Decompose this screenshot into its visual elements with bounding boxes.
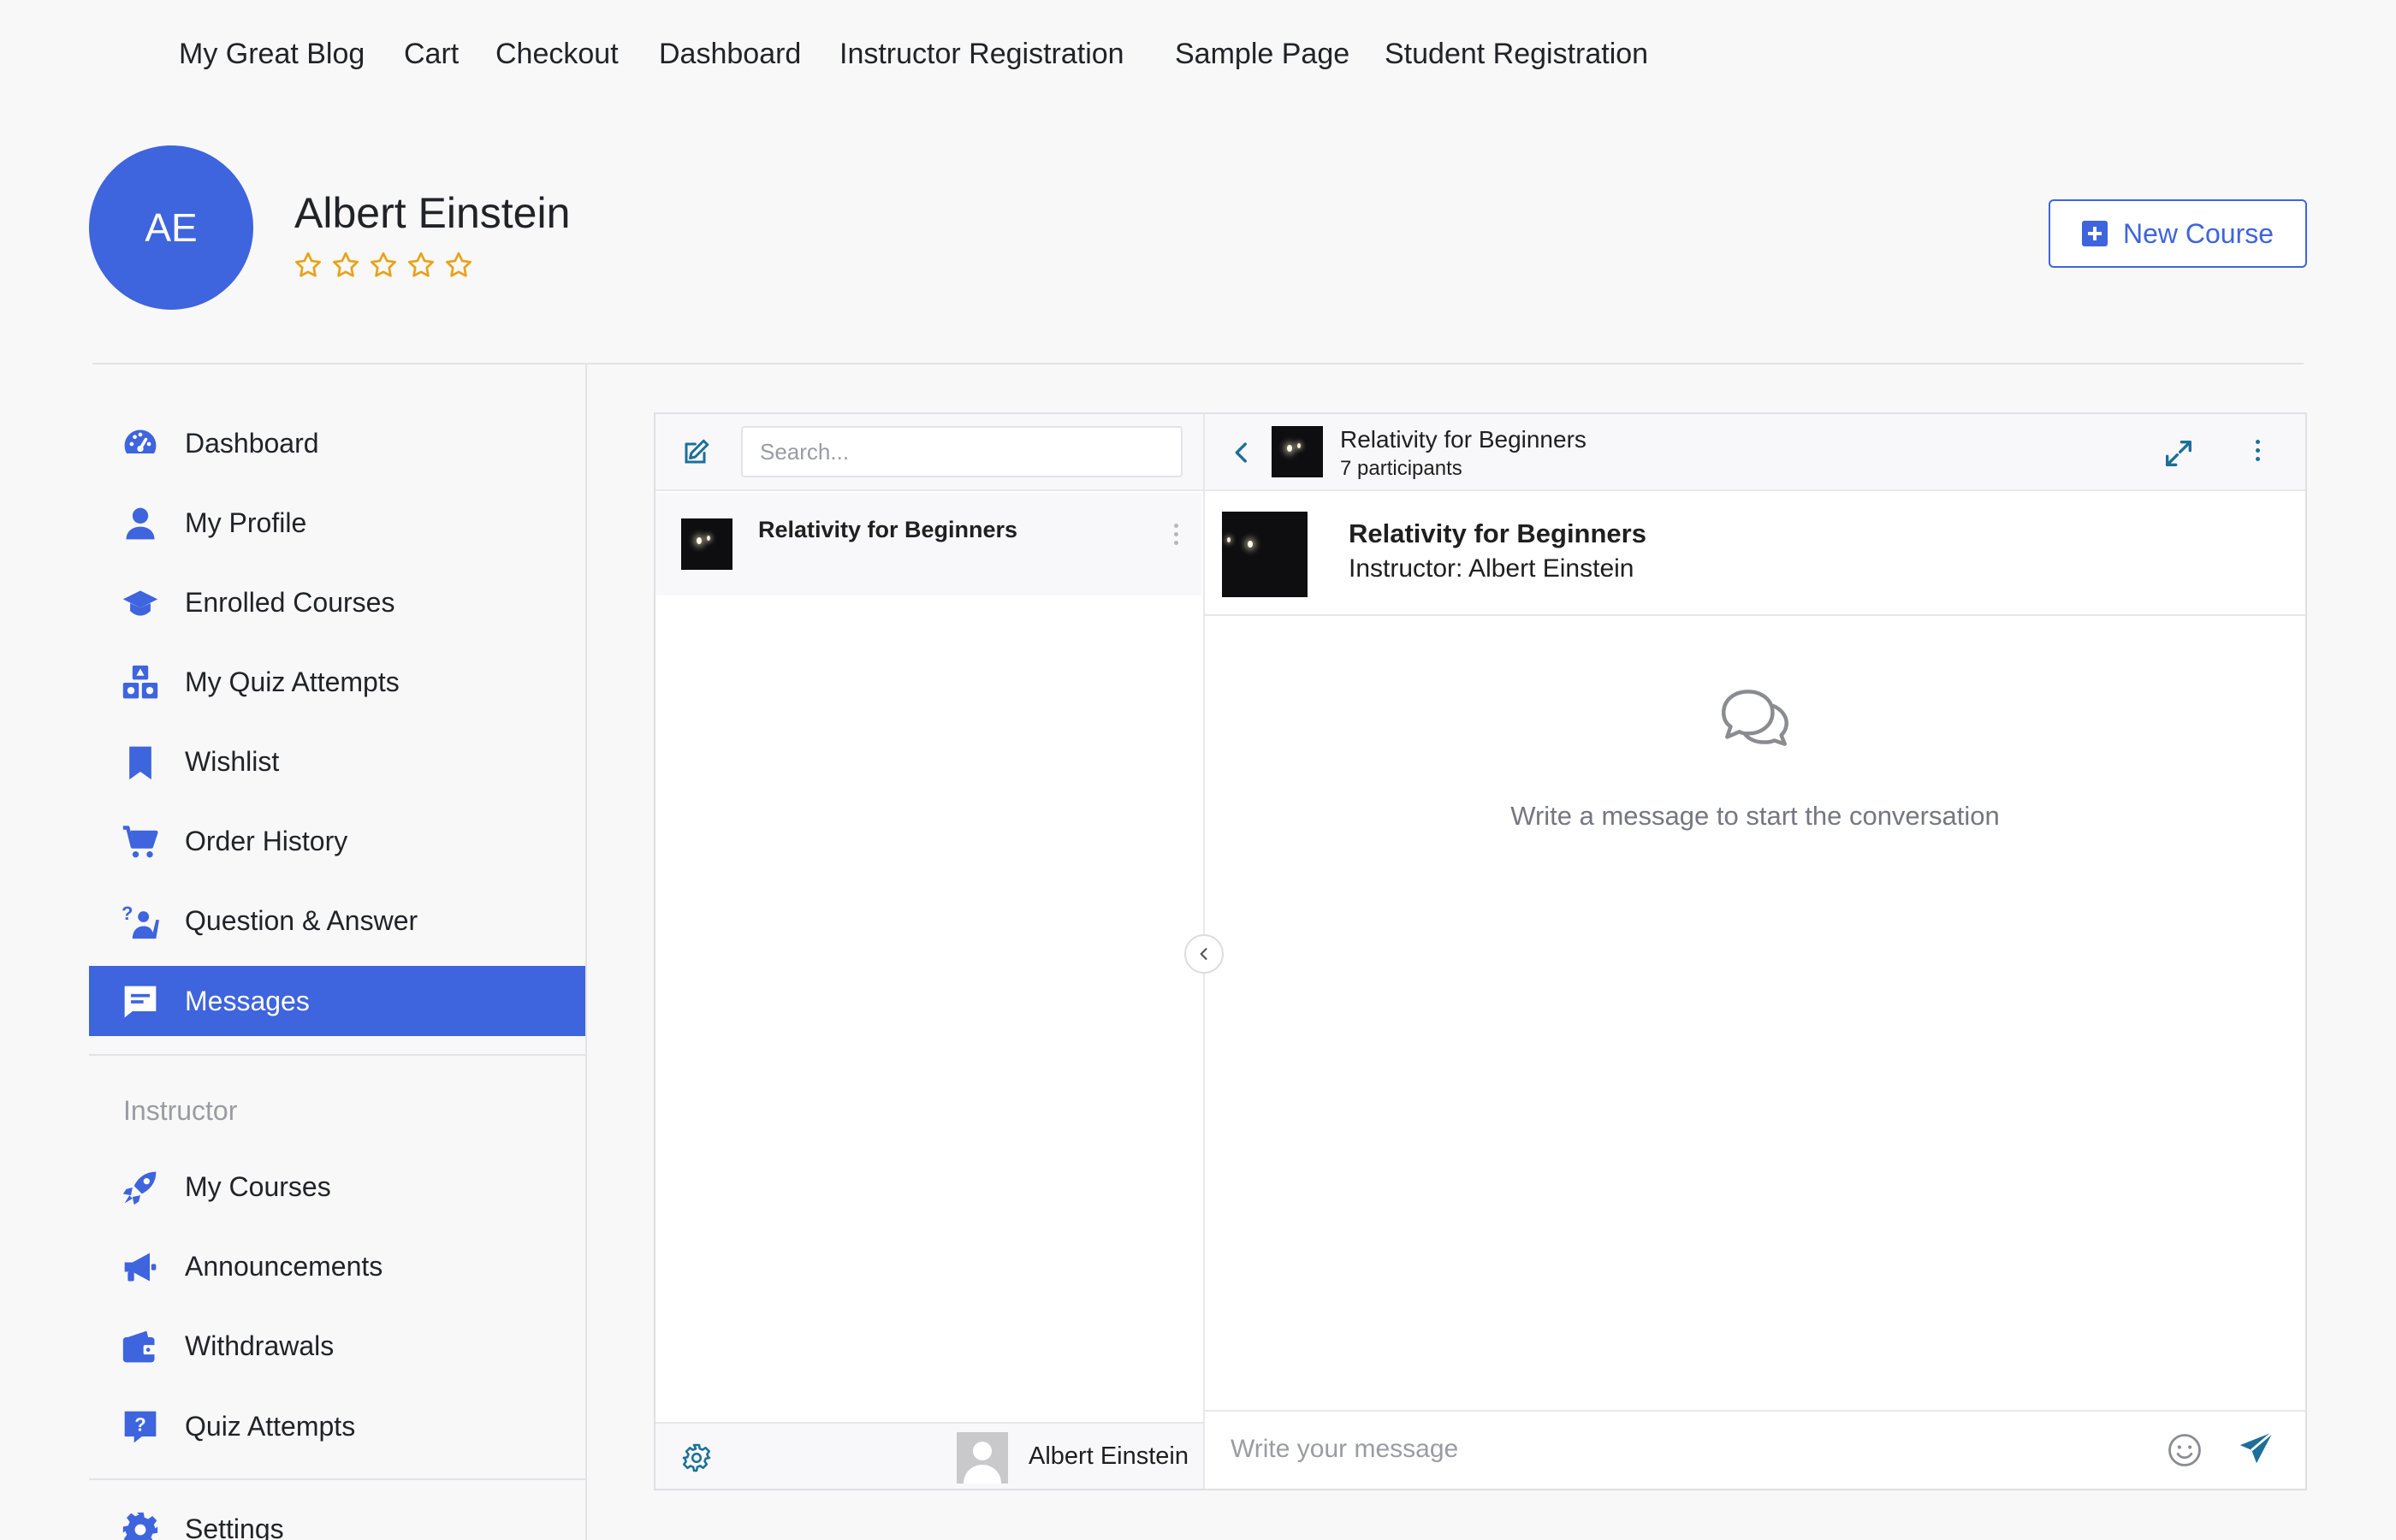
- sidebar-item-order-history[interactable]: Order History: [89, 806, 585, 876]
- nav-my-great-blog[interactable]: My Great Blog: [179, 38, 365, 71]
- question-box-icon: ?: [124, 1411, 157, 1443]
- avatar: AE: [89, 145, 253, 310]
- conversation-list-header: [655, 414, 1203, 491]
- sidebar-separator: [89, 1478, 585, 1480]
- send-icon[interactable]: [2237, 1429, 2276, 1468]
- bookmark-icon: [129, 746, 151, 780]
- course-card-instructor: Instructor: Albert Einstein: [1349, 554, 1634, 583]
- course-card-title: Relativity for Beginners: [1349, 518, 1646, 548]
- course-card-thumbnail: [1222, 512, 1308, 597]
- chat-bubbles-icon: [1722, 690, 1788, 746]
- sidebar-item-enrolled-courses[interactable]: Enrolled Courses: [89, 567, 585, 637]
- sidebar-item-label: Withdrawals: [185, 1330, 335, 1361]
- sidebar-heading-instructor: Instructor: [123, 1095, 238, 1126]
- sidebar-item-label: Question & Answer: [185, 905, 418, 936]
- rocket-icon: [122, 1171, 157, 1205]
- nav-instructor-registration[interactable]: Instructor Registration: [839, 38, 1124, 71]
- emoji-icon[interactable]: [2167, 1432, 2203, 1468]
- wallet-icon: [122, 1330, 158, 1363]
- nav-dashboard[interactable]: Dashboard: [659, 38, 801, 71]
- collapse-sidebar-button[interactable]: [1184, 934, 1224, 974]
- message-icon: [124, 986, 157, 1018]
- current-user-name: Albert Einstein: [1029, 1442, 1189, 1470]
- rating-stars: [293, 250, 474, 281]
- sidebar-separator: [89, 1054, 585, 1056]
- sidebar-item-my-profile[interactable]: My Profile: [89, 488, 585, 558]
- course-thumbnail: [1272, 426, 1323, 477]
- sidebar-item-label: Quiz Attempts: [185, 1411, 356, 1442]
- sidebar-item-settings[interactable]: Settings: [89, 1494, 585, 1540]
- star-icon: [446, 252, 471, 277]
- conversation-title: Relativity for Beginners: [758, 517, 1018, 542]
- user-icon: [126, 507, 155, 540]
- settings-gear-icon[interactable]: [681, 1442, 712, 1473]
- sidebar-item-my-quiz-attempts[interactable]: My Quiz Attempts: [89, 647, 585, 717]
- user-avatar: [957, 1432, 1008, 1484]
- sidebar-item-quiz-attempts[interactable]: ? Quiz Attempts: [89, 1391, 585, 1461]
- message-input[interactable]: [1231, 1424, 2086, 1475]
- chevron-left-small-icon: [1200, 948, 1207, 960]
- nav-sample-page[interactable]: Sample Page: [1175, 38, 1349, 71]
- empty-conversation-text: Write a message to start the conversatio…: [1510, 801, 2000, 831]
- chat-header-title: Relativity for Beginners: [1340, 426, 1586, 453]
- graduation-cap-icon: [122, 590, 158, 616]
- megaphone-icon: [124, 1253, 157, 1282]
- profile-name: Albert Einstein: [294, 189, 571, 237]
- conversation-search-input[interactable]: [741, 426, 1183, 477]
- compose-edit-icon[interactable]: [681, 436, 712, 467]
- cart-icon: [122, 826, 158, 858]
- chat-header-participants: 7 participants: [1340, 457, 1462, 480]
- chevron-left-icon[interactable]: [1227, 438, 1256, 467]
- more-vertical-icon[interactable]: [2256, 440, 2261, 465]
- sidebar-item-label: My Profile: [185, 507, 307, 538]
- new-course-button[interactable]: New Course: [2049, 199, 2307, 268]
- header-divider: [92, 363, 2304, 364]
- sidebar-divider: [585, 364, 587, 1540]
- sidebar-item-label: Dashboard: [185, 428, 319, 459]
- sidebar-item-label: Settings: [185, 1513, 284, 1540]
- sidebar-item-label: Wishlist: [185, 746, 280, 777]
- star-icon: [333, 252, 359, 277]
- sidebar-item-label: Enrolled Courses: [185, 587, 395, 618]
- sidebar-item-label: My Courses: [185, 1171, 331, 1202]
- user-placeholder-icon: [964, 1442, 1001, 1484]
- conversation-thumbnail: [681, 518, 732, 570]
- dashboard-gauge-icon: [124, 429, 157, 453]
- svg-text:?: ?: [134, 1414, 145, 1436]
- nav-student-registration[interactable]: Student Registration: [1385, 38, 1648, 71]
- sidebar-item-messages[interactable]: Messages: [89, 966, 585, 1036]
- sidebar-item-announcements[interactable]: Announcements: [89, 1231, 585, 1301]
- avatar-initials: AE: [145, 205, 198, 250]
- plus-square-icon: [2081, 221, 2108, 246]
- question-person-icon: ?: [122, 903, 159, 939]
- shapes-blocks-icon: [122, 665, 158, 699]
- gear-icon: [122, 1512, 158, 1540]
- sidebar-item-wishlist[interactable]: Wishlist: [89, 726, 585, 797]
- sidebar-item-question-answer[interactable]: ? Question & Answer: [89, 886, 585, 956]
- new-course-label: New Course: [2122, 217, 2274, 249]
- nav-checkout[interactable]: Checkout: [495, 38, 619, 71]
- conversation-list-item[interactable]: Relativity for Beginners: [655, 493, 1201, 595]
- sidebar-item-label: My Quiz Attempts: [185, 666, 400, 697]
- sidebar-item-dashboard[interactable]: Dashboard: [89, 408, 585, 478]
- star-icon: [295, 252, 321, 277]
- top-nav: My Great Blog Cart Checkout Dashboard In…: [0, 0, 2396, 111]
- star-icon: [371, 252, 396, 277]
- sidebar-item-withdrawals[interactable]: Withdrawals: [89, 1311, 585, 1381]
- messages-panel: Relativity for Beginners 7 participants …: [654, 412, 2307, 1490]
- conversation-more-icon[interactable]: [1174, 524, 1179, 549]
- expand-icon[interactable]: [2162, 436, 2196, 471]
- star-icon: [408, 252, 434, 277]
- nav-cart[interactable]: Cart: [404, 38, 459, 71]
- sidebar-item-label: Messages: [185, 986, 310, 1016]
- svg-text:?: ?: [122, 903, 133, 924]
- message-composer: [1205, 1410, 2305, 1489]
- sidebar-item-label: Announcements: [185, 1251, 383, 1282]
- sidebar-item-label: Order History: [185, 826, 348, 856]
- conversation-list-footer: Albert Einstein: [655, 1422, 1203, 1489]
- sidebar-item-my-courses[interactable]: My Courses: [89, 1152, 585, 1222]
